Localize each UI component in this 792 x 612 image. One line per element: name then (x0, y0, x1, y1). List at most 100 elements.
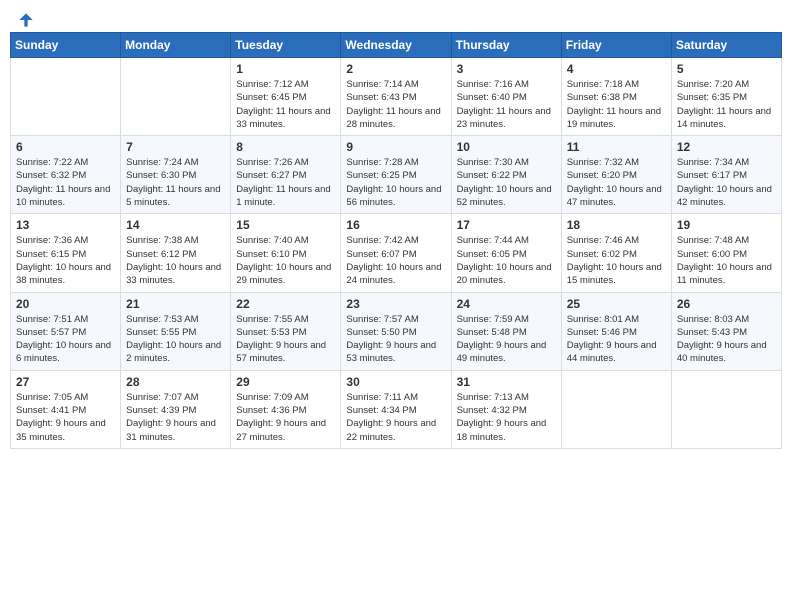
day-info: Sunrise: 7:46 AMSunset: 6:02 PMDaylight:… (567, 234, 666, 287)
day-number: 4 (567, 62, 666, 76)
calendar-cell: 8 Sunrise: 7:26 AMSunset: 6:27 PMDaylight… (231, 136, 341, 214)
day-info: Sunrise: 7:28 AMSunset: 6:25 PMDaylight:… (346, 156, 445, 209)
day-info: Sunrise: 7:59 AMSunset: 5:48 PMDaylight:… (457, 313, 556, 366)
calendar-cell: 24 Sunrise: 7:59 AMSunset: 5:48 PMDayligh… (451, 292, 561, 370)
calendar-week-row: 27 Sunrise: 7:05 AMSunset: 4:41 PMDayligh… (11, 370, 782, 448)
day-number: 8 (236, 140, 335, 154)
day-number: 1 (236, 62, 335, 76)
weekday-header-row: SundayMondayTuesdayWednesdayThursdayFrid… (11, 33, 782, 58)
calendar-cell: 21 Sunrise: 7:53 AMSunset: 5:55 PMDayligh… (121, 292, 231, 370)
day-number: 28 (126, 375, 225, 389)
calendar-cell (671, 370, 781, 448)
calendar-week-row: 6Sunrise: 7:22 AMSunset: 6:32 PMDaylight… (11, 136, 782, 214)
day-number: 9 (346, 140, 445, 154)
calendar-cell (561, 370, 671, 448)
day-number: 5 (677, 62, 776, 76)
day-number: 20 (16, 297, 115, 311)
calendar-week-row: 20 Sunrise: 7:51 AMSunset: 5:57 PMDayligh… (11, 292, 782, 370)
day-number: 17 (457, 218, 556, 232)
day-info: Sunrise: 7:38 AMSunset: 6:12 PMDaylight:… (126, 234, 225, 287)
day-number: 31 (457, 375, 556, 389)
day-number: 16 (346, 218, 445, 232)
day-number: 19 (677, 218, 776, 232)
logo (14, 10, 36, 24)
calendar-cell: 18 Sunrise: 7:46 AMSunset: 6:02 PMDayligh… (561, 214, 671, 292)
day-number: 27 (16, 375, 115, 389)
calendar-table: SundayMondayTuesdayWednesdayThursdayFrid… (10, 32, 782, 449)
day-number: 21 (126, 297, 225, 311)
day-number: 2 (346, 62, 445, 76)
day-number: 11 (567, 140, 666, 154)
day-number: 26 (677, 297, 776, 311)
day-number: 30 (346, 375, 445, 389)
calendar-cell (11, 58, 121, 136)
day-info: Sunrise: 7:57 AMSunset: 5:50 PMDaylight:… (346, 313, 445, 366)
calendar-cell: 30Sunrise: 7:11 AMSunset: 4:34 PMDayligh… (341, 370, 451, 448)
calendar-cell: 9 Sunrise: 7:28 AMSunset: 6:25 PMDaylight… (341, 136, 451, 214)
day-info: Sunrise: 7:36 AMSunset: 6:15 PMDaylight:… (16, 234, 115, 287)
calendar-week-row: 13 Sunrise: 7:36 AMSunset: 6:15 PMDayligh… (11, 214, 782, 292)
day-info: Sunrise: 7:40 AMSunset: 6:10 PMDaylight:… (236, 234, 335, 287)
day-info: Sunrise: 7:32 AMSunset: 6:20 PMDaylight:… (567, 156, 666, 209)
weekday-header-tuesday: Tuesday (231, 33, 341, 58)
day-info: Sunrise: 7:07 AMSunset: 4:39 PMDaylight:… (126, 391, 225, 444)
calendar-cell: 20 Sunrise: 7:51 AMSunset: 5:57 PMDayligh… (11, 292, 121, 370)
calendar-cell: 29 Sunrise: 7:09 AMSunset: 4:36 PMDayligh… (231, 370, 341, 448)
day-info: Sunrise: 7:53 AMSunset: 5:55 PMDaylight:… (126, 313, 225, 366)
calendar-cell: 15 Sunrise: 7:40 AMSunset: 6:10 PMDayligh… (231, 214, 341, 292)
calendar-cell: 28 Sunrise: 7:07 AMSunset: 4:39 PMDayligh… (121, 370, 231, 448)
calendar-cell: 10 Sunrise: 7:30 AMSunset: 6:22 PMDayligh… (451, 136, 561, 214)
day-number: 3 (457, 62, 556, 76)
day-info: Sunrise: 8:01 AMSunset: 5:46 PMDaylight:… (567, 313, 666, 366)
day-number: 10 (457, 140, 556, 154)
day-number: 14 (126, 218, 225, 232)
day-info: Sunrise: 7:12 AMSunset: 6:45 PMDaylight:… (236, 78, 335, 131)
calendar-cell: 4 Sunrise: 7:18 AMSunset: 6:38 PMDaylight… (561, 58, 671, 136)
calendar-cell: 19 Sunrise: 7:48 AMSunset: 6:00 PMDayligh… (671, 214, 781, 292)
weekday-header-friday: Friday (561, 33, 671, 58)
calendar-cell: 7Sunrise: 7:24 AMSunset: 6:30 PMDaylight… (121, 136, 231, 214)
weekday-header-thursday: Thursday (451, 33, 561, 58)
calendar-cell: 31Sunrise: 7:13 AMSunset: 4:32 PMDayligh… (451, 370, 561, 448)
day-number: 18 (567, 218, 666, 232)
day-info: Sunrise: 7:22 AMSunset: 6:32 PMDaylight:… (16, 156, 115, 209)
calendar-cell (121, 58, 231, 136)
day-number: 29 (236, 375, 335, 389)
day-number: 24 (457, 297, 556, 311)
calendar-cell: 17Sunrise: 7:44 AMSunset: 6:05 PMDayligh… (451, 214, 561, 292)
day-number: 25 (567, 297, 666, 311)
day-info: Sunrise: 7:51 AMSunset: 5:57 PMDaylight:… (16, 313, 115, 366)
day-info: Sunrise: 7:34 AMSunset: 6:17 PMDaylight:… (677, 156, 776, 209)
day-number: 23 (346, 297, 445, 311)
calendar-cell: 23 Sunrise: 7:57 AMSunset: 5:50 PMDayligh… (341, 292, 451, 370)
weekday-header-sunday: Sunday (11, 33, 121, 58)
day-info: Sunrise: 7:09 AMSunset: 4:36 PMDaylight:… (236, 391, 335, 444)
day-info: Sunrise: 7:55 AMSunset: 5:53 PMDaylight:… (236, 313, 335, 366)
day-info: Sunrise: 8:03 AMSunset: 5:43 PMDaylight:… (677, 313, 776, 366)
day-info: Sunrise: 7:18 AMSunset: 6:38 PMDaylight:… (567, 78, 666, 131)
calendar-cell: 3 Sunrise: 7:16 AMSunset: 6:40 PMDaylight… (451, 58, 561, 136)
day-info: Sunrise: 7:05 AMSunset: 4:41 PMDaylight:… (16, 391, 115, 444)
day-info: Sunrise: 7:30 AMSunset: 6:22 PMDaylight:… (457, 156, 556, 209)
calendar-cell: 1 Sunrise: 7:12 AMSunset: 6:45 PMDaylight… (231, 58, 341, 136)
calendar-cell: 27 Sunrise: 7:05 AMSunset: 4:41 PMDayligh… (11, 370, 121, 448)
calendar-cell: 12Sunrise: 7:34 AMSunset: 6:17 PMDayligh… (671, 136, 781, 214)
day-number: 13 (16, 218, 115, 232)
calendar-cell: 25 Sunrise: 8:01 AMSunset: 5:46 PMDayligh… (561, 292, 671, 370)
calendar-cell: 26 Sunrise: 8:03 AMSunset: 5:43 PMDayligh… (671, 292, 781, 370)
day-info: Sunrise: 7:48 AMSunset: 6:00 PMDaylight:… (677, 234, 776, 287)
day-info: Sunrise: 7:24 AMSunset: 6:30 PMDaylight:… (126, 156, 225, 209)
page-header (10, 10, 782, 24)
calendar-cell: 11 Sunrise: 7:32 AMSunset: 6:20 PMDayligh… (561, 136, 671, 214)
day-info: Sunrise: 7:26 AMSunset: 6:27 PMDaylight:… (236, 156, 335, 209)
calendar-cell: 2Sunrise: 7:14 AMSunset: 6:43 PMDaylight… (341, 58, 451, 136)
day-number: 22 (236, 297, 335, 311)
day-info: Sunrise: 7:42 AMSunset: 6:07 PMDaylight:… (346, 234, 445, 287)
calendar-cell: 22 Sunrise: 7:55 AMSunset: 5:53 PMDayligh… (231, 292, 341, 370)
day-number: 15 (236, 218, 335, 232)
day-info: Sunrise: 7:16 AMSunset: 6:40 PMDaylight:… (457, 78, 556, 131)
calendar-cell: 14 Sunrise: 7:38 AMSunset: 6:12 PMDayligh… (121, 214, 231, 292)
day-info: Sunrise: 7:20 AMSunset: 6:35 PMDaylight:… (677, 78, 776, 131)
calendar-cell: 6Sunrise: 7:22 AMSunset: 6:32 PMDaylight… (11, 136, 121, 214)
calendar-cell: 13 Sunrise: 7:36 AMSunset: 6:15 PMDayligh… (11, 214, 121, 292)
